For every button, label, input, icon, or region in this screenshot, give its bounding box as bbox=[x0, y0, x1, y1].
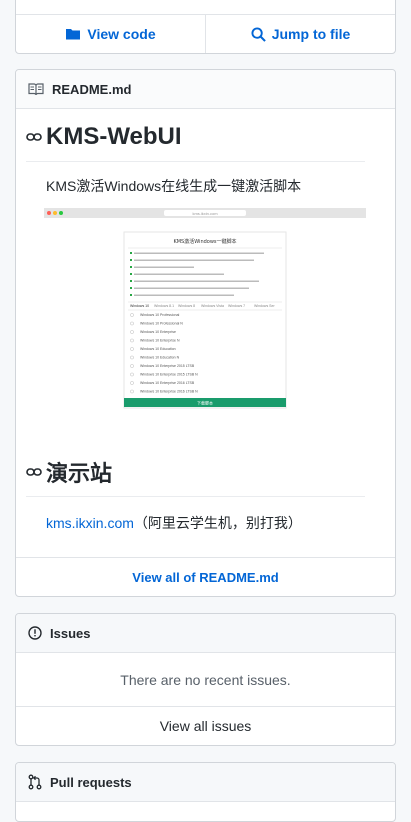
demo-link[interactable]: kms.ikxin.com bbox=[46, 515, 134, 531]
readme-filename: README.md bbox=[52, 81, 132, 97]
screenshot-edition: Windows 10 Enterprise 2015 LTSB N bbox=[140, 373, 198, 377]
view-all-issues-link[interactable]: View all issues bbox=[16, 706, 395, 745]
issues-header: Issues bbox=[16, 614, 395, 653]
folder-icon bbox=[66, 29, 81, 40]
issues-card: Issues There are no recent issues. View … bbox=[15, 613, 396, 746]
readme-title: KMS-WebUI bbox=[46, 123, 182, 150]
screenshot-page-title: KMS激活Windows一键脚本 bbox=[173, 238, 236, 245]
jump-to-file-label: Jump to file bbox=[271, 26, 351, 42]
screenshot-tab: Windows 7 bbox=[228, 304, 245, 308]
code-actions-card: View code Jump to file bbox=[15, 0, 396, 54]
search-icon bbox=[251, 26, 266, 42]
pull-request-icon bbox=[28, 774, 42, 790]
jump-to-file-button[interactable]: Jump to file bbox=[205, 15, 395, 53]
anchor-link-icon[interactable] bbox=[26, 132, 42, 142]
screenshot-edition: Windows 10 Enterprise N bbox=[140, 339, 180, 343]
screenshot-edition: Windows 10 Enterprise 2016 LTSB N bbox=[140, 390, 198, 394]
book-icon bbox=[28, 83, 44, 96]
view-code-button[interactable]: View code bbox=[16, 15, 205, 53]
screenshot-edition: Windows 10 Education N bbox=[140, 356, 180, 360]
issues-header-label: Issues bbox=[50, 625, 91, 641]
readme-title-heading: KMS-WebUI bbox=[26, 109, 365, 162]
pull-requests-card: Pull requests bbox=[15, 762, 396, 822]
screenshot-tab: Windows Ser bbox=[254, 304, 275, 308]
screenshot-illustration: kms.ikxin.com KMS激活Windows一键脚本 Windows 1… bbox=[44, 208, 366, 436]
pull-requests-header-label: Pull requests bbox=[50, 774, 132, 790]
readme-card: README.md KMS-WebUI KMS激活Windows在线生成一键激活… bbox=[15, 69, 396, 597]
issue-opened-icon bbox=[28, 626, 42, 640]
screenshot-tab: Windows 10 bbox=[130, 304, 149, 308]
screenshot-edition: Windows 10 Enterprise bbox=[140, 330, 176, 334]
view-all-readme-link[interactable]: View all of README.md bbox=[16, 557, 395, 596]
code-actions-row: View code Jump to file bbox=[16, 14, 395, 53]
screenshot-edition: Windows 10 Education bbox=[140, 347, 176, 351]
demo-note: （阿里云学生机，别打我） bbox=[133, 515, 302, 531]
screenshot-download-button: 下载脚本 bbox=[197, 400, 213, 406]
readme-body: KMS-WebUI KMS激活Windows在线生成一键激活脚本 kms.ikx… bbox=[16, 109, 395, 545]
readme-description: KMS激活Windows在线生成一键激活脚本 bbox=[46, 178, 302, 194]
screenshot-edition: Windows 10 Enterprise 2016 LTSB bbox=[140, 381, 195, 385]
pull-requests-header: Pull requests bbox=[16, 763, 395, 802]
readme-header: README.md bbox=[16, 70, 395, 109]
screenshot-tab: Windows 8 bbox=[178, 304, 195, 308]
screenshot-edition: Windows 10 Professional N bbox=[140, 322, 183, 326]
screenshot-tab: Windows 8.1 bbox=[154, 304, 174, 308]
view-code-label: View code bbox=[87, 26, 156, 42]
readme-screenshot-image: kms.ikxin.com KMS激活Windows一键脚本 Windows 1… bbox=[44, 208, 367, 436]
demo-paragraph: kms.ikxin.com（阿里云学生机，别打我） bbox=[46, 497, 365, 545]
issues-empty-text: There are no recent issues. bbox=[120, 671, 291, 688]
demo-heading: 演示站 bbox=[26, 436, 365, 497]
demo-heading-text: 演示站 bbox=[46, 461, 113, 486]
screenshot-tab: Windows Vista bbox=[201, 304, 224, 308]
screenshot-address: kms.ikxin.com bbox=[192, 211, 218, 216]
screenshot-edition: Windows 10 Professional bbox=[140, 313, 180, 317]
screenshot-edition: Windows 10 Enterprise 2015 LTSB bbox=[140, 364, 195, 368]
anchor-link-icon[interactable] bbox=[26, 467, 42, 477]
